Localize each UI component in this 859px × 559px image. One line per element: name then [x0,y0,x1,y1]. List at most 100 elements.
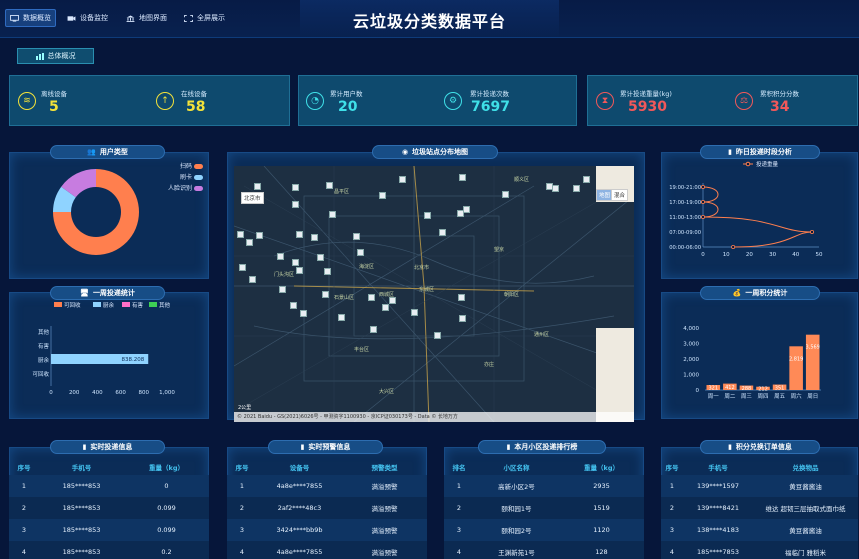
stat-value: 20 [338,99,358,115]
station-marker[interactable] [411,309,418,316]
column-header: 小区名称 [503,464,530,472]
station-marker[interactable] [256,232,263,239]
station-marker[interactable] [439,229,446,236]
station-marker[interactable] [353,233,360,240]
bar-data-label: 838.208 [121,357,144,363]
stat-value: 5 [49,99,59,115]
station-marker[interactable] [370,326,377,333]
station-marker[interactable] [434,332,441,339]
table-cell: 3 [444,519,474,541]
table-cell: 185****7853 [683,541,753,559]
station-marker[interactable] [277,253,284,260]
map-label: 大兴区 [379,389,395,395]
station-marker[interactable] [329,211,336,218]
gear-icon: ⚙ [444,92,462,110]
map-label: 丰台区 [354,347,370,353]
station-marker[interactable] [357,249,364,256]
stat-offline-devices: ≋ 离线设备 5 [10,76,150,127]
nav-map-view[interactable]: 地图界面 [122,9,171,27]
station-marker[interactable] [300,310,307,317]
table-row: 1 4a8e****7855 满溢预警 [227,475,427,497]
station-marker[interactable] [292,184,299,191]
globe-icon: ◉ [401,148,409,156]
nav-fullscreen[interactable]: 全屏展示 [180,9,229,27]
station-marker[interactable] [279,286,286,293]
station-marker[interactable] [459,174,466,181]
station-marker[interactable] [573,185,580,192]
station-marker[interactable] [324,268,331,275]
column-header: 序号 [235,464,249,472]
column-header: 序号 [17,464,31,472]
station-marker[interactable] [317,254,324,261]
x-tick-label: 周四 [757,393,768,400]
y-tick-label: 07:00-09:00 [669,230,701,236]
station-marker[interactable] [292,201,299,208]
weekly-points-bar-chart: 01,0002,0003,0004,000321周一412周二288周三212周… [683,326,821,400]
bar-chart-icon: ▮ [82,443,87,451]
station-marker[interactable] [296,267,303,274]
station-marker[interactable] [399,176,406,183]
y-tick-label: 0 [696,388,700,394]
bar-chart-icon: ▮ [728,148,732,156]
station-marker[interactable] [239,264,246,271]
station-marker[interactable] [249,276,256,283]
table-cell: 4 [9,541,39,559]
column-header: 排名 [452,464,466,472]
station-marker[interactable] [326,182,333,189]
stat-label: 累计投递次数 [470,90,509,98]
map-type-hybrid-button[interactable]: 混合 [611,189,629,201]
bar-data-label: 2,819 [789,356,803,362]
legend-swatch [194,164,203,169]
nav-device-monitor[interactable]: 设备监控 [63,9,112,27]
table-cell: 0.099 [124,497,209,519]
station-marker[interactable] [458,294,465,301]
x-tick-label: 400 [92,390,103,396]
map-label: 顺义区 [514,177,530,183]
table-cell: 185****853 [39,475,124,497]
station-marker[interactable] [246,239,253,246]
station-marker[interactable] [237,231,244,238]
station-marker[interactable] [379,192,386,199]
table-cell: 满溢预警 [342,475,427,497]
map-label: 海淀区 [359,264,375,270]
station-marker[interactable] [389,297,396,304]
station-marker[interactable] [382,304,389,311]
station-marker[interactable] [424,212,431,219]
station-marker[interactable] [368,294,375,301]
table-cell: 3 [227,519,257,541]
station-marker[interactable] [254,183,261,190]
table-cell: 满溢预警 [342,497,427,519]
y-tick-label: 17:00-19:00 [669,200,701,206]
yesterday-time-line-chart: 投递重量 00:00-06:00 07:00-09:00 11:00-13:00 17:… [669,160,823,258]
station-marker[interactable] [322,291,329,298]
x-tick-label: 周一 [708,393,720,400]
station-marker[interactable] [552,185,559,192]
points-exchange-title: ▮ 积分兑换订单信息 [700,440,820,454]
station-marker[interactable] [338,314,345,321]
y-tick-label: 其他 [38,328,50,336]
table-cell: 185****853 [39,541,124,559]
station-marker[interactable] [459,315,466,322]
station-distribution-map[interactable]: 北京市 地图 混合 昌平区 顺义区 门头沟区 海淀区 北京市 东城区 西城区 朝… [234,166,634,422]
station-marker[interactable] [502,191,509,198]
table-cell: 0.2 [124,541,209,559]
station-marker[interactable] [292,259,299,266]
bar [805,334,820,390]
realtime-delivery-table: 序号 手机号 重量（kg） 1 185****853 0 2 185****853 0.099 3… [9,459,209,559]
station-marker[interactable] [296,231,303,238]
station-marker[interactable] [311,234,318,241]
station-marker[interactable] [463,206,470,213]
map-city-chip[interactable]: 北京市 [241,192,264,204]
table-cell: 185****853 [39,497,124,519]
y-tick-label: 1,000 [683,373,699,379]
table-cell: 王渊新苑1号 [474,541,559,559]
x-tick-label: 周日 [807,393,818,400]
bar-data-label: 351 [775,385,785,391]
table-row: 1 高新小区2号 2935 [444,475,644,497]
overview-tab[interactable]: 总体概况 [17,48,94,64]
bar-chart-icon: ▮ [506,443,511,451]
station-marker[interactable] [290,302,297,309]
nav-data-overview[interactable]: 数据概览 [5,9,56,27]
legend-swatch [122,302,130,307]
station-marker[interactable] [583,176,590,183]
